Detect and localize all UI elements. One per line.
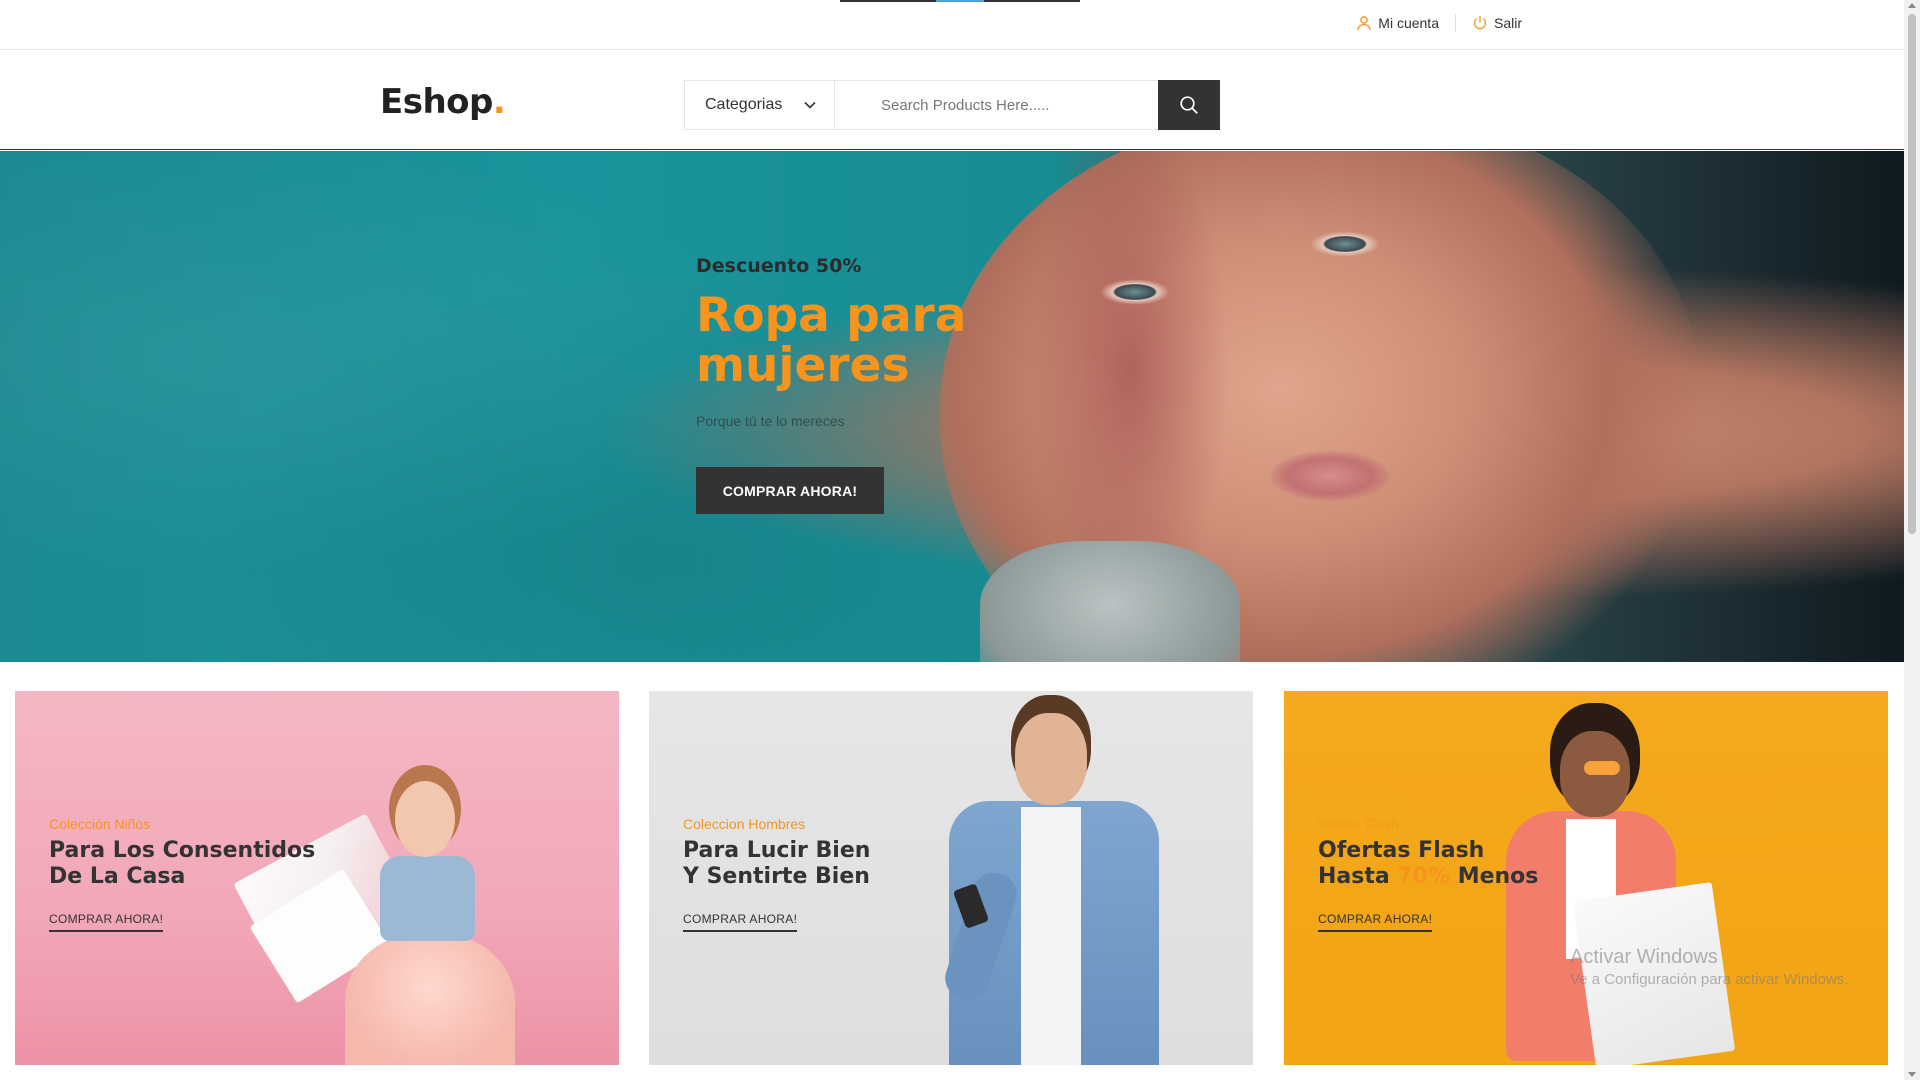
logo-dot: . xyxy=(492,82,506,122)
divider xyxy=(1454,14,1456,32)
search-icon xyxy=(1180,96,1198,114)
banner-title-line: De La Casa xyxy=(49,864,186,889)
banner-title-text: Menos xyxy=(1450,864,1539,889)
banner-title-line: Para Los Consentidos xyxy=(49,838,316,863)
banner-title-line: Para Lucir Bien xyxy=(683,838,871,863)
top-progress-indicator xyxy=(840,0,1080,2)
logo[interactable]: Eshop. xyxy=(380,82,506,122)
banner-title: Ofertas Flash Hasta 70% Menos xyxy=(1318,838,1538,890)
girl-skirt-image xyxy=(345,931,515,1065)
hero-slider: Descuento 50% Ropa para mujeres Porque t… xyxy=(0,151,1904,662)
banner-text: Colección Niños Para Los Consentidos De … xyxy=(49,816,315,932)
chevron-down-icon xyxy=(804,101,816,109)
banner-title-line: Ofertas Flash xyxy=(1318,838,1485,863)
my-account-label: Mi cuenta xyxy=(1378,15,1439,31)
power-icon xyxy=(1473,16,1487,30)
discount-highlight: 70% xyxy=(1397,864,1451,889)
sunglasses-image xyxy=(1584,761,1620,775)
girl-image xyxy=(395,781,455,857)
banner-shop-now-link[interactable]: COMPRAR AHORA! xyxy=(683,912,798,932)
search-input[interactable] xyxy=(835,81,1158,129)
hero-title: Ropa para mujeres xyxy=(696,288,967,393)
man-tee-image xyxy=(1021,807,1081,1065)
scroll-up-arrow-icon[interactable] xyxy=(1908,3,1916,8)
scroll-down-arrow-icon[interactable] xyxy=(1908,1072,1916,1077)
banner-kicker: Colección Niños xyxy=(49,816,151,832)
my-account-link[interactable]: Mi cuenta xyxy=(1356,15,1439,31)
logout-label: Salir xyxy=(1493,15,1522,31)
banner-title-line: Hasta 70% Menos xyxy=(1318,864,1538,890)
men-collection-banner[interactable]: Coleccion Hombres Para Lucir Bien Y Sent… xyxy=(649,691,1253,1065)
hero-subtitle: Porque tú te lo mereces xyxy=(696,413,845,429)
hero-shop-now-button[interactable]: COMPRAR AHORA! xyxy=(696,467,884,514)
kids-collection-banner[interactable]: Colección Niños Para Los Consentidos De … xyxy=(15,691,619,1065)
banner-kicker: Ventas Flash xyxy=(1318,816,1399,832)
logout-link[interactable]: Salir xyxy=(1472,15,1522,31)
page-scrollbar[interactable] xyxy=(1904,0,1920,1080)
logo-text: Eshop xyxy=(380,82,493,122)
category-select[interactable]: Categorias xyxy=(685,81,835,129)
banner-text: Coleccion Hombres Para Lucir Bien Y Sent… xyxy=(683,816,870,932)
top-bar: Mi cuenta Salir xyxy=(0,0,1904,50)
hero-model-lips xyxy=(1270,451,1390,501)
banner-title-line: Y Sentirte Bien xyxy=(683,864,870,889)
search-button[interactable] xyxy=(1158,80,1220,130)
hero-content: Descuento 50% Ropa para mujeres Porque t… xyxy=(696,255,996,514)
shopping-bag-image xyxy=(1572,882,1736,1065)
banner-text: Ventas Flash Ofertas Flash Hasta 70% Men… xyxy=(1318,816,1538,932)
hero-kicker: Descuento 50% xyxy=(696,255,862,277)
hero-model-eye xyxy=(1100,279,1170,305)
man-image xyxy=(1015,713,1087,805)
flash-sale-banner[interactable]: Ventas Flash Ofertas Flash Hasta 70% Men… xyxy=(1284,691,1888,1065)
banner-shop-now-link[interactable]: COMPRAR AHORA! xyxy=(1318,912,1433,932)
category-select-value: Categorias xyxy=(705,96,783,113)
banner-kicker: Coleccion Hombres xyxy=(683,816,806,832)
search-bar: Categorias xyxy=(684,80,1220,130)
scrollbar-thumb[interactable] xyxy=(1908,14,1916,534)
banner-title-text: Hasta xyxy=(1318,864,1398,889)
account-links: Mi cuenta Salir xyxy=(1356,14,1522,32)
hero-model-sweater xyxy=(980,541,1240,662)
main-header: Eshop. Categorias xyxy=(0,50,1904,150)
banner-title: Para Los Consentidos De La Casa xyxy=(49,838,315,890)
hero-model-eye xyxy=(1310,231,1380,257)
banner-title: Para Lucir Bien Y Sentirte Bien xyxy=(683,838,870,890)
banner-shop-now-link[interactable]: COMPRAR AHORA! xyxy=(49,912,164,932)
girl-shirt-image xyxy=(380,856,475,941)
user-icon xyxy=(1357,16,1371,31)
